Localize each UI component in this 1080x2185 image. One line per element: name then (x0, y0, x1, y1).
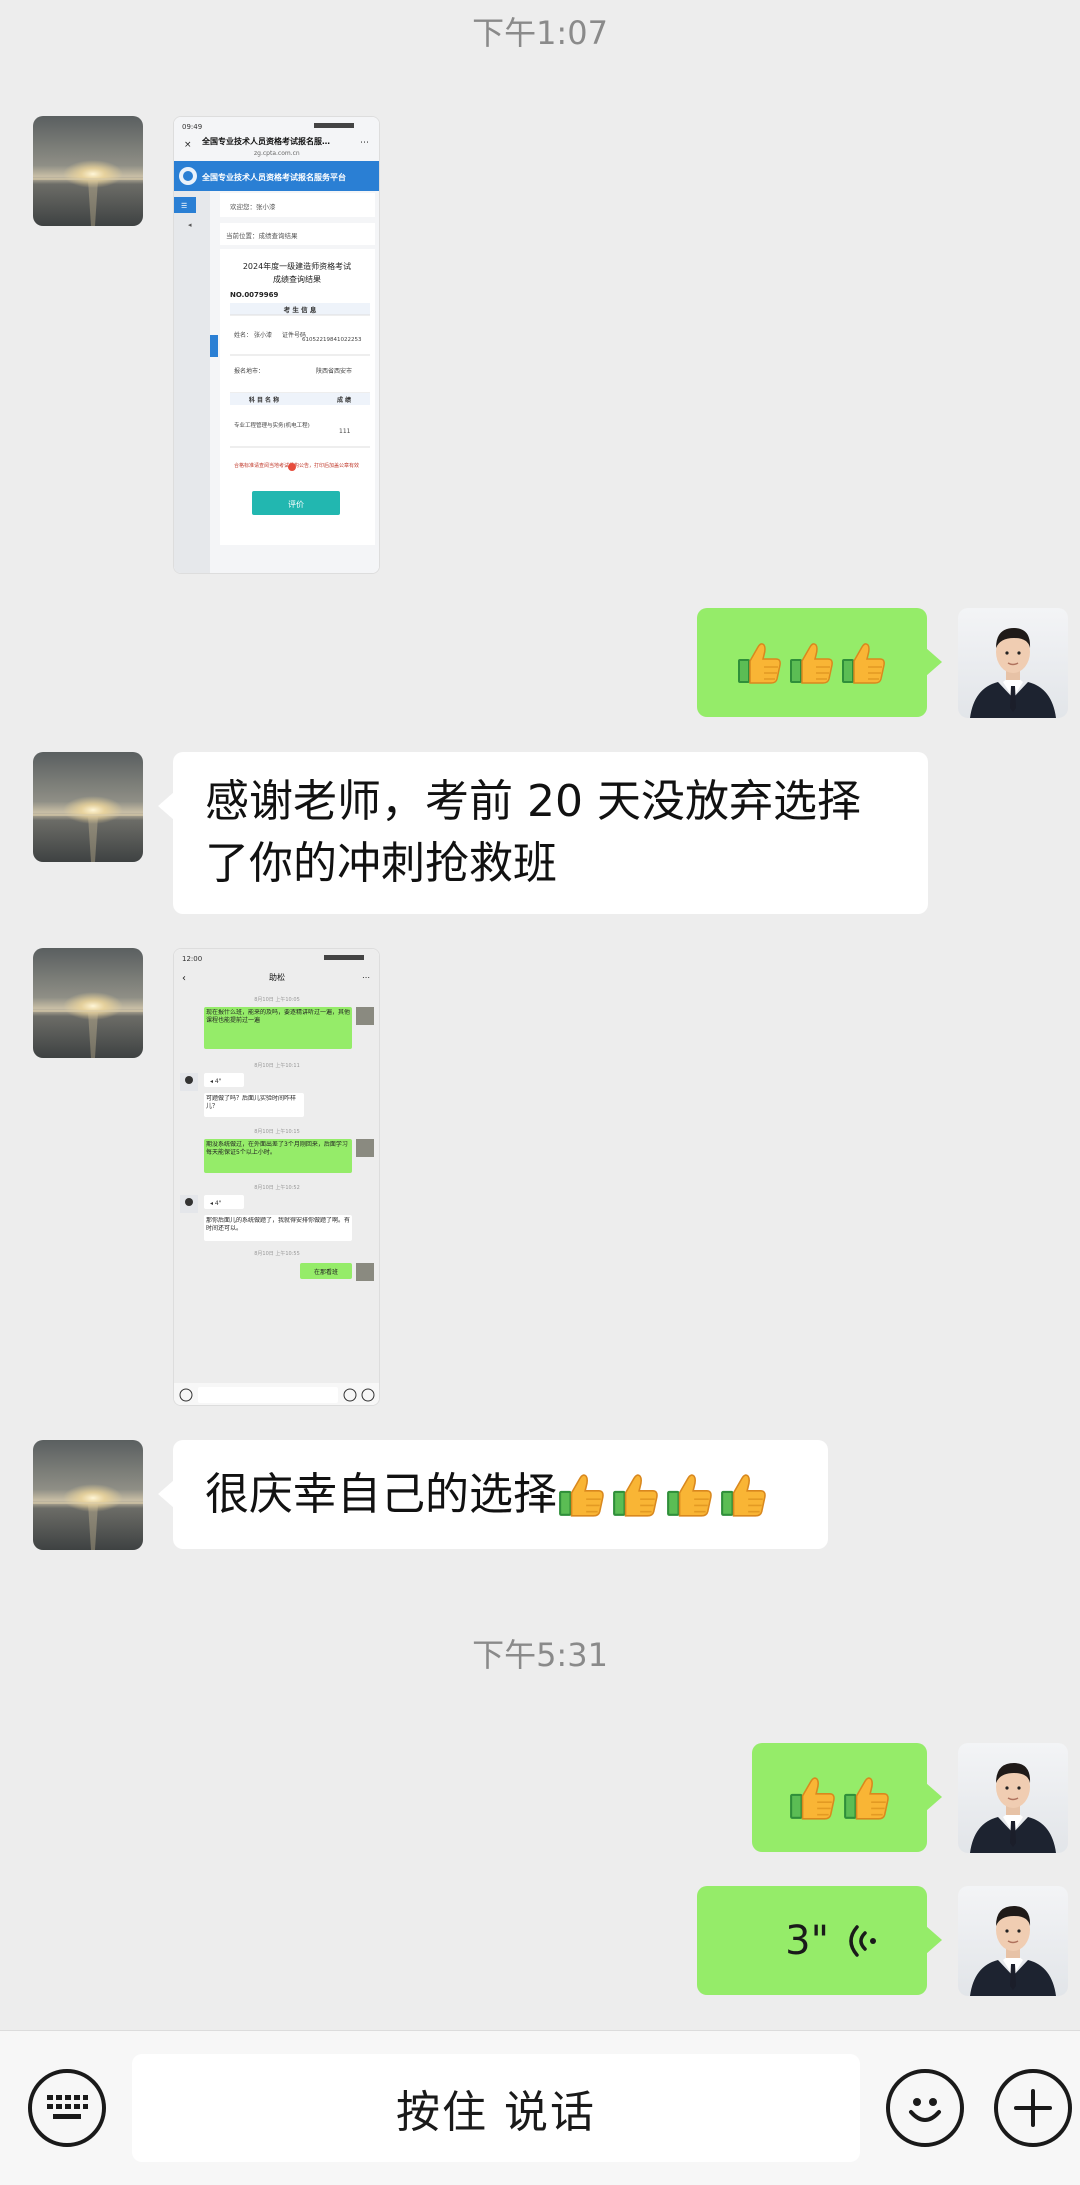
thumbs-up-icon (788, 639, 836, 687)
timestamp: 下午5:31 (472, 1636, 608, 1674)
thumbs-up-icon (665, 1470, 715, 1520)
svg-text:111: 111 (339, 428, 351, 435)
welcome-text: 欢迎您：张小漆 (230, 202, 276, 211)
back-icon: ‹ (182, 973, 186, 984)
hold-to-talk-button[interactable]: 按住 说话 (132, 2054, 860, 2162)
svg-text:◂: ◂ (188, 221, 192, 229)
svg-text:8月10日 上午10:15: 8月10日 上午10:15 (254, 1128, 300, 1135)
thumbs-up-icon (840, 639, 888, 687)
chat-screenshot-image-message[interactable]: 12:00 ‹ 助松 ⋯ 8月10日 上午10:05 现在报什么班，能来的及吗，… (173, 948, 380, 1406)
contact-avatar[interactable] (33, 948, 143, 1058)
thumbs-up-icon (736, 639, 784, 687)
message-text: 很庆幸自己的选择 (205, 1468, 557, 1520)
page-url: zg.cpta.com.cn (254, 150, 300, 157)
svg-text:12:00: 12:00 (182, 955, 202, 963)
input-bar: 按住 说话 (0, 2030, 1080, 2185)
message-text: 感谢老师，考前 20 天没放弃选择了你的冲刺抢救班 (205, 776, 861, 889)
svg-text:科 目 名 称: 科 目 名 称 (249, 396, 279, 404)
contact-avatar[interactable] (33, 1440, 143, 1550)
svg-text:陕西省西安市: 陕西省西安市 (316, 367, 352, 375)
timestamp: 下午1:07 (472, 14, 608, 52)
svg-text:8月10日 上午10:11: 8月10日 上午10:11 (254, 1062, 300, 1069)
more-icon: ⋯ (360, 138, 369, 148)
self-avatar[interactable] (958, 608, 1068, 718)
thumbs-up-icon (557, 1470, 607, 1520)
text-message[interactable]: 感谢老师，考前 20 天没放弃选择了你的冲刺抢救班 (158, 752, 928, 914)
status-time: 09:49 (182, 123, 202, 131)
svg-text:张小漆: 张小漆 (254, 331, 272, 339)
svg-text:61052219841022253: 61052219841022253 (302, 337, 362, 343)
result-number: NO.0079969 (230, 291, 279, 299)
emoji-icon (909, 2098, 941, 2122)
contact-avatar[interactable] (33, 116, 143, 226)
thumbs-up-bubble[interactable] (697, 608, 942, 717)
thumbs-up-icon (719, 1470, 769, 1520)
voice-wave-icon (849, 1924, 876, 1957)
svg-text:助松: 助松 (269, 972, 285, 982)
self-avatar[interactable] (958, 1886, 1068, 1996)
self-avatar[interactable] (958, 1743, 1068, 1853)
svg-text:◂ 4": ◂ 4" (210, 1078, 222, 1085)
thumbs-up-icon (842, 1773, 892, 1823)
svg-text:成 绩: 成 绩 (337, 396, 351, 404)
svg-text:姓名：: 姓名： (234, 331, 252, 339)
result-subtitle: 成绩查询结果 (273, 274, 321, 284)
emoji-button[interactable] (886, 2069, 964, 2147)
rate-button-label: 评价 (288, 500, 304, 509)
banner-title: 全国专业技术人员资格考试报名服务平台 (201, 172, 346, 182)
more-icon: ⋯ (362, 973, 370, 982)
keyboard-icon (47, 2095, 88, 2119)
voice-duration: 3" (785, 1917, 829, 1964)
voice-message[interactable]: 3" (697, 1886, 942, 1995)
keyboard-toggle-button[interactable] (28, 2069, 106, 2147)
svg-text:8月10日 上午10:55: 8月10日 上午10:55 (254, 1250, 300, 1257)
thumbs-up-icon (788, 1773, 838, 1823)
screenshot-image-message[interactable]: 09:49 × 全国专业技术人员资格考试报名服… zg.cpta.com.cn … (173, 116, 380, 574)
svg-text:考 生 信 息: 考 生 信 息 (284, 305, 317, 314)
result-title: 2024年度一级建造师资格考试 (243, 261, 351, 271)
close-icon: × (184, 140, 192, 150)
svg-text:报名地市：: 报名地市： (234, 367, 264, 375)
contact-avatar[interactable] (33, 752, 143, 862)
thumbs-up-bubble[interactable] (752, 1743, 942, 1852)
svg-text:☰: ☰ (181, 202, 187, 210)
more-actions-button[interactable] (994, 2069, 1072, 2147)
text-message[interactable]: 很庆幸自己的选择 (158, 1440, 828, 1549)
plus-icon (1014, 2089, 1052, 2127)
svg-text:◂ 4": ◂ 4" (210, 1200, 222, 1207)
svg-text:合格标准请查阅当地考试机构公告，打印后加盖公章有效: 合格标准请查阅当地考试机构公告，打印后加盖公章有效 (234, 462, 359, 469)
svg-text:8月10日 上午10:52: 8月10日 上午10:52 (254, 1184, 300, 1191)
svg-text:8月10日 上午10:05: 8月10日 上午10:05 (254, 996, 300, 1003)
svg-text:专业工程管理与实务(机电工程): 专业工程管理与实务(机电工程) (234, 421, 310, 429)
thumbs-up-icon (611, 1470, 661, 1520)
svg-text:在那看班: 在那看班 (314, 1268, 338, 1276)
location-text: 当前位置：成绩查询结果 (226, 231, 298, 240)
page-title: 全国专业技术人员资格考试报名服… (201, 136, 330, 146)
